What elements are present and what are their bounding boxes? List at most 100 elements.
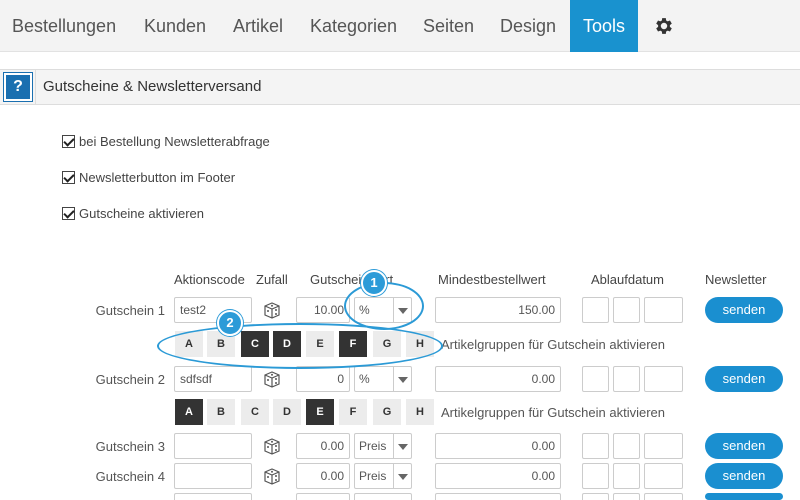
groups-label-2: Artikelgruppen für Gutschein aktivieren xyxy=(441,405,666,420)
dice-icon[interactable] xyxy=(262,436,282,456)
dice-icon[interactable] xyxy=(262,466,282,486)
nav-bestellungen[interactable]: Bestellungen xyxy=(12,0,116,52)
section-header: ? Gutscheine & Newsletterversand xyxy=(0,69,800,105)
min-order-input-2[interactable]: 0.00 xyxy=(435,366,561,392)
vouchers-active-checkbox[interactable] xyxy=(62,206,75,220)
gear-icon[interactable] xyxy=(653,15,675,37)
value-input-2[interactable]: 0 xyxy=(296,366,350,392)
group-toggle-b[interactable]: B xyxy=(207,399,235,425)
row-label-3: Gutschein 3 xyxy=(95,439,165,454)
value-input-5[interactable] xyxy=(296,493,350,500)
group-toggle-g[interactable]: G xyxy=(373,399,401,425)
newsletter-query-checkbox[interactable] xyxy=(62,134,75,148)
value-input-1[interactable]: 10.00 xyxy=(296,297,350,323)
expiry-year-3[interactable] xyxy=(644,433,683,459)
value-input-3[interactable]: 0.00 xyxy=(296,433,350,459)
row-label-1: Gutschein 1 xyxy=(95,303,165,318)
send-button-4[interactable]: senden xyxy=(705,463,783,489)
header-min-order: Mindestbestellwert xyxy=(438,272,546,287)
callout-badge-2: 2 xyxy=(217,310,243,336)
group-toggle-a[interactable]: A xyxy=(175,399,203,425)
group-toggle-h[interactable]: H xyxy=(406,331,434,357)
unit-select-4[interactable]: Preis xyxy=(354,463,412,489)
min-order-input-5[interactable] xyxy=(435,493,561,500)
expiry-month-2[interactable] xyxy=(613,366,640,392)
help-button[interactable]: ? xyxy=(3,72,33,102)
nav-artikel[interactable]: Artikel xyxy=(233,0,283,52)
header-random: Zufall xyxy=(256,272,288,287)
unit-select-value: Preis xyxy=(359,439,387,453)
value-input-4[interactable]: 0.00 xyxy=(296,463,350,489)
unit-select-value: % xyxy=(359,372,370,386)
unit-select-5[interactable] xyxy=(354,493,412,500)
section-title: Gutscheine & Newsletterversand xyxy=(43,78,262,95)
nav-kategorien[interactable]: Kategorien xyxy=(310,0,397,52)
header-newsletter: Newsletter xyxy=(705,272,767,287)
group-toggle-g[interactable]: G xyxy=(373,331,401,357)
row-label-4: Gutschein 4 xyxy=(95,469,165,484)
code-input-2[interactable]: sdfsdf xyxy=(174,366,252,392)
checkbox-label: Gutscheine aktivieren xyxy=(79,205,205,221)
expiry-year-5[interactable] xyxy=(644,493,683,500)
expiry-month-3[interactable] xyxy=(613,433,640,459)
expiry-month-4[interactable] xyxy=(613,463,640,489)
expiry-day-1[interactable] xyxy=(582,297,609,323)
expiry-day-4[interactable] xyxy=(582,463,609,489)
header-divider xyxy=(35,70,36,104)
group-toggle-d[interactable]: D xyxy=(273,331,301,357)
checkbox-row-vouchers: Gutscheine aktivieren xyxy=(62,205,204,221)
expiry-year-1[interactable] xyxy=(644,297,683,323)
expiry-month-1[interactable] xyxy=(613,297,640,323)
unit-select-1[interactable]: % xyxy=(354,297,412,323)
header-code: Aktionscode xyxy=(174,272,245,287)
group-toggle-f[interactable]: F xyxy=(339,331,367,357)
chevron-down-icon xyxy=(393,434,411,458)
expiry-month-5[interactable] xyxy=(613,493,640,500)
group-toggle-h[interactable]: H xyxy=(406,399,434,425)
checkbox-row-newsletter-query: bei Bestellung Newsletterabfrage xyxy=(62,133,270,149)
min-order-input-3[interactable]: 0.00 xyxy=(435,433,561,459)
group-toggle-e[interactable]: E xyxy=(306,331,334,357)
code-input-4[interactable] xyxy=(174,463,252,489)
group-toggle-d[interactable]: D xyxy=(273,399,301,425)
group-toggle-c[interactable]: C xyxy=(241,399,269,425)
dice-icon[interactable] xyxy=(262,369,282,389)
code-input-3[interactable] xyxy=(174,433,252,459)
group-toggle-c[interactable]: C xyxy=(241,331,269,357)
send-button-2[interactable]: senden xyxy=(705,366,783,392)
unit-select-3[interactable]: Preis xyxy=(354,433,412,459)
expiry-year-4[interactable] xyxy=(644,463,683,489)
header-expiry: Ablaufdatum xyxy=(591,272,664,287)
send-button-5[interactable] xyxy=(705,493,783,500)
expiry-day-5[interactable] xyxy=(582,493,609,500)
checkbox-label: bei Bestellung Newsletterabfrage xyxy=(79,133,270,149)
group-toggle-f[interactable]: F xyxy=(339,399,367,425)
chevron-down-icon xyxy=(393,367,411,391)
send-button-3[interactable]: senden xyxy=(705,433,783,459)
top-navigation: Bestellungen Kunden Artikel Kategorien S… xyxy=(0,0,800,52)
unit-select-value: % xyxy=(359,303,370,317)
expiry-day-2[interactable] xyxy=(582,366,609,392)
row-label-2: Gutschein 2 xyxy=(95,372,165,387)
unit-select-value: Preis xyxy=(359,469,387,483)
nav-tools[interactable]: Tools xyxy=(570,0,639,52)
groups-label-1: Artikelgruppen für Gutschein aktivieren xyxy=(441,337,666,352)
expiry-day-3[interactable] xyxy=(582,433,609,459)
nav-seiten[interactable]: Seiten xyxy=(423,0,474,52)
checkbox-label: Newsletterbutton im Footer xyxy=(79,169,236,185)
nav-kunden[interactable]: Kunden xyxy=(144,0,206,52)
footer-button-checkbox[interactable] xyxy=(62,170,75,184)
code-input-5[interactable] xyxy=(174,493,252,500)
dice-icon[interactable] xyxy=(262,300,282,320)
nav-design[interactable]: Design xyxy=(500,0,556,52)
callout-badge-1: 1 xyxy=(361,270,387,296)
group-toggle-a[interactable]: A xyxy=(175,331,203,357)
chevron-down-icon xyxy=(393,298,411,322)
unit-select-2[interactable]: % xyxy=(354,366,412,392)
group-toggle-e[interactable]: E xyxy=(306,399,334,425)
expiry-year-2[interactable] xyxy=(644,366,683,392)
min-order-input-1[interactable]: 150.00 xyxy=(435,297,561,323)
checkbox-row-footer-button: Newsletterbutton im Footer xyxy=(62,169,235,185)
send-button-1[interactable]: senden xyxy=(705,297,783,323)
min-order-input-4[interactable]: 0.00 xyxy=(435,463,561,489)
